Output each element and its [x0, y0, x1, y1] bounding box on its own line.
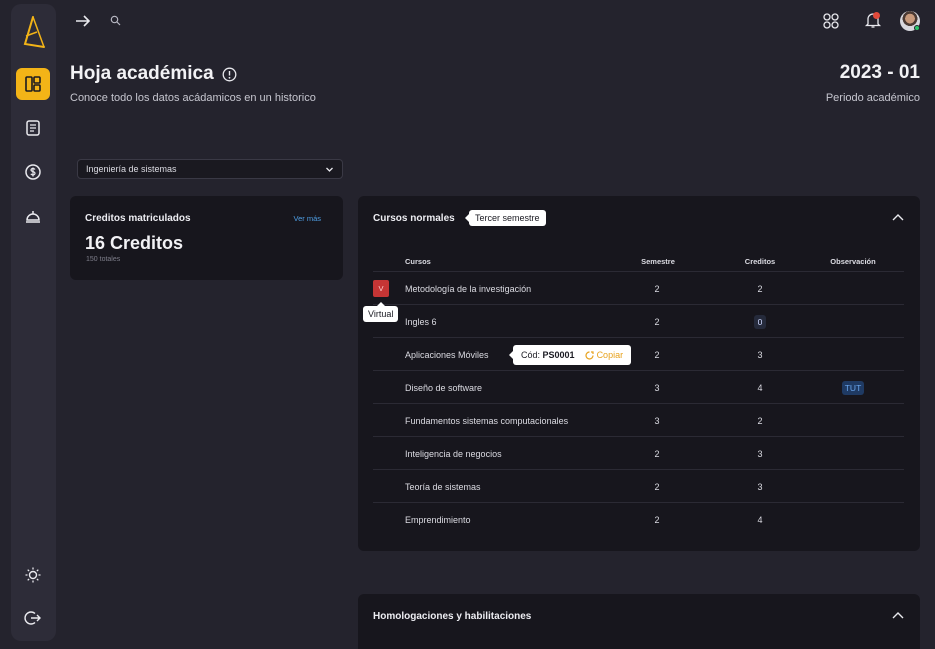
chevron-up-icon[interactable] — [891, 211, 905, 225]
logout-button[interactable] — [16, 602, 50, 634]
program-select[interactable]: Ingeniería de sistemas — [77, 159, 343, 179]
credits-value: 16 Creditos — [85, 233, 184, 253]
copy-icon — [584, 350, 594, 360]
dollar-icon — [25, 164, 41, 180]
code-label-group: Cód: PS0001 — [521, 345, 575, 365]
course-name: Emprendimiento — [405, 514, 471, 525]
arrow-right-icon[interactable] — [74, 12, 92, 30]
dashboard-icon — [25, 76, 41, 92]
document-icon — [26, 120, 40, 136]
course-semester: 2 — [654, 448, 660, 459]
homologations-title: Homologaciones y habilitaciones — [373, 611, 532, 622]
table-header: Cursos Semestre Creditos Observación — [373, 250, 904, 272]
page-subtitle: Conoce todo los datos acádamicos en un h… — [70, 92, 316, 104]
column-header-semester: Semestre — [641, 256, 675, 266]
online-status-dot — [914, 25, 920, 31]
period-label: Periodo académico — [825, 92, 920, 104]
semester-badge: Tercer semestre — [465, 210, 546, 226]
course-semester: 3 — [654, 415, 660, 426]
virtual-tooltip: Virtual — [363, 302, 399, 322]
course-credits: 3 — [757, 481, 763, 492]
table-row[interactable]: Fundamentos sistemas computacionales 3 2 — [373, 404, 904, 437]
course-semester: 2 — [654, 316, 660, 327]
nav-campus[interactable] — [16, 200, 50, 232]
course-name: Inteligencia de negocios — [405, 448, 502, 459]
table-row[interactable]: Diseño de software 3 4 TUT — [373, 371, 904, 404]
course-semester: 2 — [654, 481, 660, 492]
column-header-observation: Observación — [830, 256, 876, 266]
code-label: Cód: — [521, 350, 541, 360]
course-credits: 2 — [757, 415, 763, 426]
observation-badge[interactable]: TUT — [841, 380, 865, 395]
course-name: Aplicaciones Móviles — [405, 349, 489, 360]
copy-label: Copiar — [596, 350, 624, 360]
notification-dot — [873, 12, 880, 19]
course-semester: 3 — [654, 382, 660, 393]
sun-icon — [25, 567, 41, 583]
nav-dashboard[interactable] — [16, 68, 50, 100]
sidebar — [11, 4, 56, 641]
courses-card: Cursos normales Tercer semestre Cursos S… — [358, 196, 920, 551]
chevron-down-icon — [326, 167, 333, 172]
period-value: 2023 - 01 — [839, 62, 920, 83]
course-code-tooltip: Cód: PS0001 Copiar — [508, 345, 632, 365]
column-header-courses: Cursos — [405, 256, 431, 266]
credits-badge: 0 — [753, 314, 767, 329]
course-name: Ingles 6 — [405, 316, 437, 327]
credits-see-more-link[interactable]: Ver más — [293, 214, 321, 223]
table-row[interactable]: Emprendimiento 2 4 — [373, 503, 904, 536]
course-semester: 2 — [654, 283, 660, 294]
info-icon[interactable] — [222, 67, 237, 82]
credits-card: Creditos matriculados Ver más 16 Credito… — [70, 196, 343, 280]
course-name: Metodología de la investigación — [405, 283, 532, 294]
course-credits: 2 — [757, 283, 763, 294]
course-credits: 3 — [757, 349, 763, 360]
courses-title: Cursos normales — [373, 213, 455, 224]
theme-toggle[interactable] — [16, 559, 50, 591]
logout-icon — [24, 611, 41, 625]
credits-title: Creditos matriculados — [85, 213, 191, 224]
course-name: Diseño de software — [405, 382, 483, 393]
code-value: PS0001 — [542, 350, 575, 360]
dome-icon — [26, 211, 40, 223]
course-name: Teoría de sistemas — [405, 481, 481, 492]
course-credits: 4 — [757, 514, 763, 525]
column-header-credits: Creditos — [744, 256, 776, 266]
program-select-value: Ingeniería de sistemas — [86, 164, 177, 174]
app-logo-icon[interactable] — [20, 14, 48, 50]
course-credits: 0 — [745, 305, 775, 338]
homologations-card: Homologaciones y habilitaciones — [358, 594, 920, 649]
table-row[interactable]: Inteligencia de negocios 2 3 — [373, 437, 904, 470]
page-title: Hoja académica — [70, 63, 237, 85]
search-icon[interactable] — [110, 15, 121, 26]
copy-button[interactable]: Copiar — [584, 345, 624, 365]
credits-total: 150 totales — [86, 256, 121, 263]
nav-payments[interactable] — [16, 156, 50, 188]
course-credits: 4 — [757, 382, 763, 393]
table-row[interactable]: Ingles 6 2 0 — [373, 305, 904, 338]
course-credits: 3 — [757, 448, 763, 459]
table-row[interactable]: V Metodología de la investigación 2 2 — [373, 272, 904, 305]
table-row[interactable]: Aplicaciones Móviles 2 3 — [373, 338, 904, 371]
table-row[interactable]: Teoría de sistemas 2 3 — [373, 470, 904, 503]
chevron-up-icon[interactable] — [891, 609, 905, 623]
course-observation: TUT — [838, 371, 868, 404]
virtual-badge[interactable]: V — [373, 280, 389, 297]
page-title-text: Hoja académica — [70, 63, 214, 84]
course-name: Fundamentos sistemas computacionales — [405, 415, 569, 426]
apps-grid-icon[interactable] — [822, 12, 840, 30]
course-semester: 2 — [654, 514, 660, 525]
course-semester: 2 — [654, 349, 660, 360]
nav-documents[interactable] — [16, 112, 50, 144]
